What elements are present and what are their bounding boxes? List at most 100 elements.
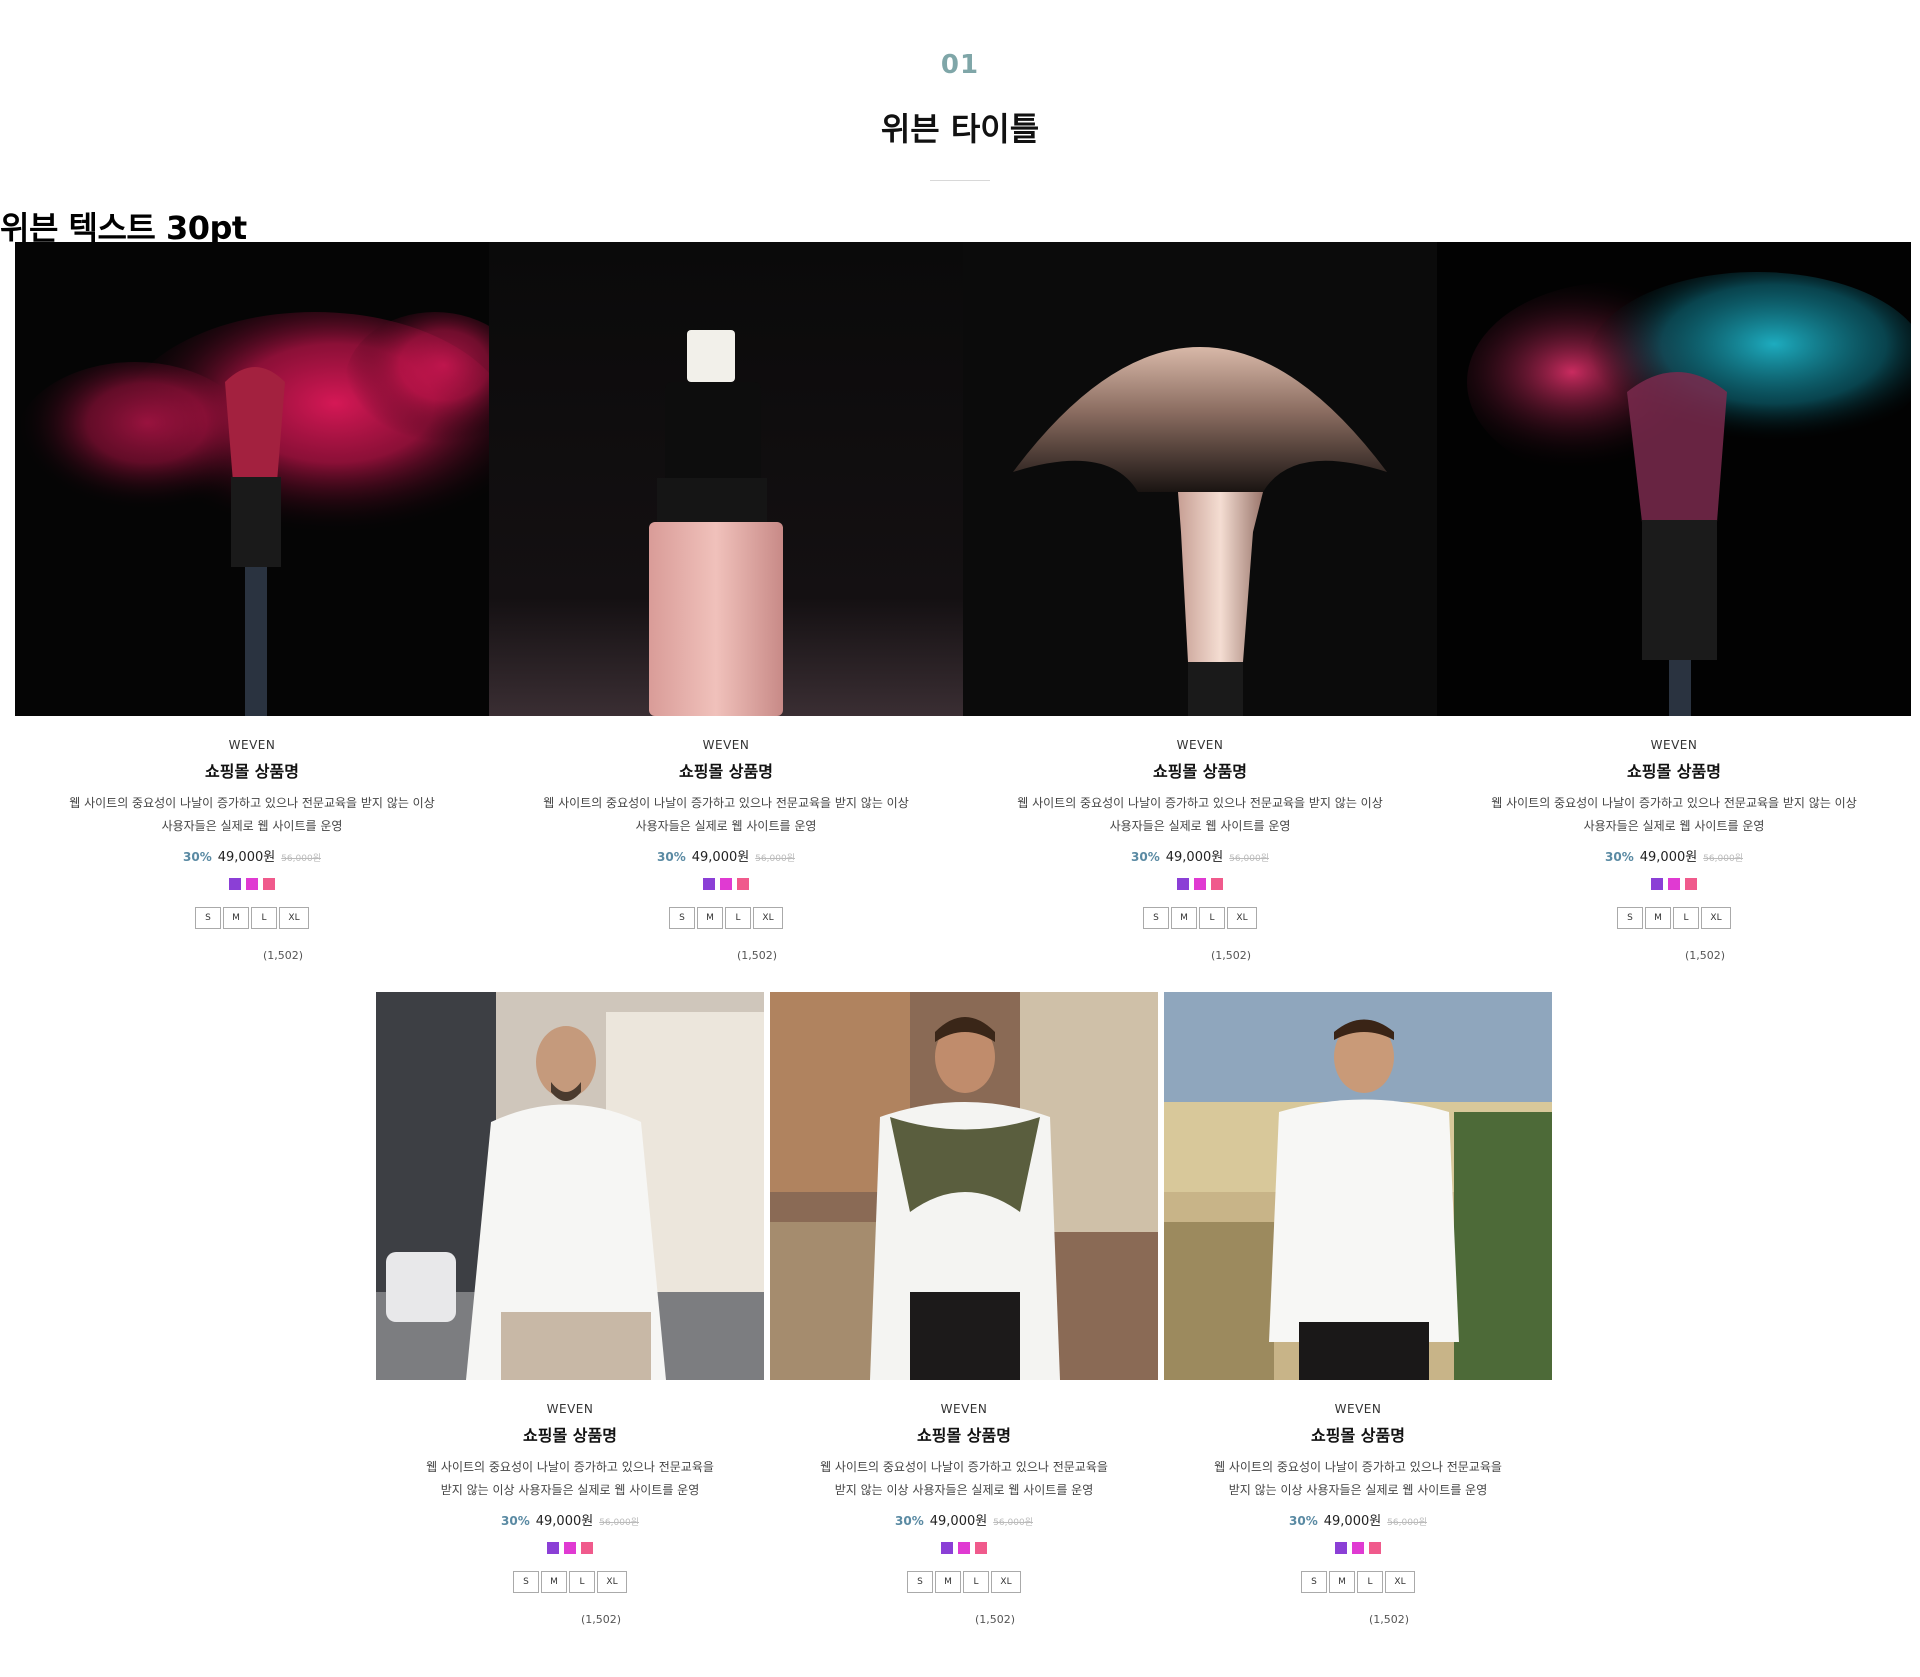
color-swatch-purple[interactable] — [941, 1542, 953, 1554]
product-description-line: 받지 않는 이상 사용자들은 실제로 웹 사이트를 운영 — [834, 1483, 1094, 1497]
color-swatch-pink[interactable] — [1369, 1542, 1381, 1554]
color-swatch-magenta[interactable] — [1352, 1542, 1364, 1554]
size-option-m[interactable]: M — [223, 907, 249, 929]
size-option-m[interactable]: M — [1171, 907, 1197, 929]
original-price: 56,000원 — [1387, 1518, 1427, 1528]
color-swatch-pink[interactable] — [975, 1542, 987, 1554]
product-description-line: 웹 사이트의 중요성이 나날이 증가하고 있으나 전문교육을 — [426, 1460, 714, 1474]
color-swatch-magenta[interactable] — [564, 1542, 576, 1554]
color-swatch-magenta[interactable] — [958, 1542, 970, 1554]
size-option-l[interactable]: L — [251, 907, 277, 929]
size-option-m[interactable]: M — [541, 1571, 567, 1593]
price-row: 30% 49,000원 56,000원 — [963, 846, 1437, 865]
size-option-m[interactable]: M — [1329, 1571, 1355, 1593]
product-brand: WEVEN — [1334, 1402, 1382, 1416]
color-swatch-magenta[interactable] — [1668, 878, 1680, 890]
product-name[interactable]: 쇼핑몰 상품명 — [489, 758, 963, 782]
product-description-line: 웹 사이트의 중요성이 나날이 증가하고 있으나 전문교육을 받지 않는 이상 — [69, 796, 435, 810]
product-image[interactable] — [770, 992, 1158, 1380]
size-option-s[interactable]: S — [1617, 907, 1643, 929]
size-option-l[interactable]: L — [1673, 907, 1699, 929]
product-card[interactable]: WEVEN 쇼핑몰 상품명 웹 사이트의 중요성이 나날이 증가하고 있으나 전… — [376, 992, 764, 1626]
product-name[interactable]: 쇼핑몰 상품명 — [1437, 758, 1911, 782]
size-option-m[interactable]: M — [697, 907, 723, 929]
color-swatch-pink[interactable] — [1211, 878, 1223, 890]
product-name[interactable]: 쇼핑몰 상품명 — [1164, 1422, 1552, 1446]
product-description-line: 받지 않는 이상 사용자들은 실제로 웹 사이트를 운영 — [1228, 1483, 1488, 1497]
product-image[interactable] — [489, 242, 963, 716]
product-brand: WEVEN — [702, 738, 750, 752]
product-image[interactable] — [15, 242, 489, 716]
product-image[interactable] — [376, 992, 764, 1380]
size-option-s[interactable]: S — [1143, 907, 1169, 929]
size-option-m[interactable]: M — [1645, 907, 1671, 929]
product-image[interactable] — [1437, 242, 1911, 716]
size-option-xl[interactable]: XL — [279, 907, 309, 929]
color-swatch-purple[interactable] — [1651, 878, 1663, 890]
product-description-line: 사용자들은 실제로 웹 사이트를 운영 — [635, 819, 817, 833]
size-options: S M L XL — [963, 907, 1437, 929]
size-option-l[interactable]: L — [1199, 907, 1225, 929]
size-option-s[interactable]: S — [195, 907, 221, 929]
size-option-xl[interactable]: XL — [1227, 907, 1257, 929]
product-description: 웹 사이트의 중요성이 나날이 증가하고 있으나 전문교육을 받지 않는 이상 … — [770, 1456, 1158, 1502]
product-card[interactable]: WEVEN 쇼핑몰 상품명 웹 사이트의 중요성이 나날이 증가하고 있으나 전… — [15, 242, 489, 962]
sale-price: 49,000원 — [1639, 850, 1698, 865]
product-brand: WEVEN — [1176, 738, 1224, 752]
price-row: 30% 49,000원 56,000원 — [489, 846, 963, 865]
size-options: S M L XL — [770, 1571, 1158, 1593]
color-swatch-magenta[interactable] — [720, 878, 732, 890]
product-card[interactable]: WEVEN 쇼핑몰 상품명 웹 사이트의 중요성이 나날이 증가하고 있으나 전… — [1437, 242, 1911, 962]
color-swatch-pink[interactable] — [1685, 878, 1697, 890]
size-option-l[interactable]: L — [963, 1571, 989, 1593]
color-swatch-pink[interactable] — [581, 1542, 593, 1554]
color-swatch-pink[interactable] — [737, 878, 749, 890]
product-brand: WEVEN — [228, 738, 276, 752]
product-name[interactable]: 쇼핑몰 상품명 — [963, 758, 1437, 782]
color-swatch-purple[interactable] — [1177, 878, 1189, 890]
size-option-xl[interactable]: XL — [1701, 907, 1731, 929]
product-name[interactable]: 쇼핑몰 상품명 — [770, 1422, 1158, 1446]
size-option-s[interactable]: S — [669, 907, 695, 929]
product-name[interactable]: 쇼핑몰 상품명 — [15, 758, 489, 782]
sale-price: 49,000원 — [929, 1514, 988, 1529]
product-card[interactable]: WEVEN 쇼핑몰 상품명 웹 사이트의 중요성이 나날이 증가하고 있으나 전… — [1164, 992, 1552, 1626]
color-swatch-purple[interactable] — [229, 878, 241, 890]
size-option-xl[interactable]: XL — [991, 1571, 1021, 1593]
product-description-line: 웹 사이트의 중요성이 나날이 증가하고 있으나 전문교육을 — [820, 1460, 1108, 1474]
size-option-l[interactable]: L — [1357, 1571, 1383, 1593]
product-brand: WEVEN — [940, 1402, 988, 1416]
sale-price: 49,000원 — [1323, 1514, 1382, 1529]
color-swatch-magenta[interactable] — [246, 878, 258, 890]
size-option-xl[interactable]: XL — [597, 1571, 627, 1593]
size-option-s[interactable]: S — [513, 1571, 539, 1593]
color-swatch-purple[interactable] — [1335, 1542, 1347, 1554]
discount-rate: 30% — [1289, 1514, 1318, 1528]
size-option-s[interactable]: S — [1301, 1571, 1327, 1593]
size-option-xl[interactable]: XL — [753, 907, 783, 929]
size-option-s[interactable]: S — [907, 1571, 933, 1593]
size-option-l[interactable]: L — [569, 1571, 595, 1593]
color-swatch-purple[interactable] — [703, 878, 715, 890]
color-swatch-purple[interactable] — [547, 1542, 559, 1554]
product-card[interactable]: WEVEN 쇼핑몰 상품명 웹 사이트의 중요성이 나날이 증가하고 있으나 전… — [770, 992, 1158, 1626]
size-option-l[interactable]: L — [725, 907, 751, 929]
section-divider — [930, 180, 990, 181]
color-swatches — [1437, 878, 1911, 890]
product-name[interactable]: 쇼핑몰 상품명 — [376, 1422, 764, 1446]
color-swatch-magenta[interactable] — [1194, 878, 1206, 890]
product-description-line: 사용자들은 실제로 웹 사이트를 운영 — [1583, 819, 1765, 833]
color-swatch-pink[interactable] — [263, 878, 275, 890]
discount-rate: 30% — [657, 850, 686, 864]
product-card[interactable]: WEVEN 쇼핑몰 상품명 웹 사이트의 중요성이 나날이 증가하고 있으나 전… — [489, 242, 963, 962]
size-option-xl[interactable]: XL — [1385, 1571, 1415, 1593]
original-price: 56,000원 — [993, 1518, 1033, 1528]
price-row: 30% 49,000원 56,000원 — [1437, 846, 1911, 865]
product-image[interactable] — [1164, 992, 1552, 1380]
product-brand: WEVEN — [546, 1402, 594, 1416]
product-image[interactable] — [963, 242, 1437, 716]
product-card[interactable]: WEVEN 쇼핑몰 상품명 웹 사이트의 중요성이 나날이 증가하고 있으나 전… — [963, 242, 1437, 962]
sale-price: 49,000원 — [691, 850, 750, 865]
size-option-m[interactable]: M — [935, 1571, 961, 1593]
review-count: (1,502) — [1368, 1613, 1410, 1626]
